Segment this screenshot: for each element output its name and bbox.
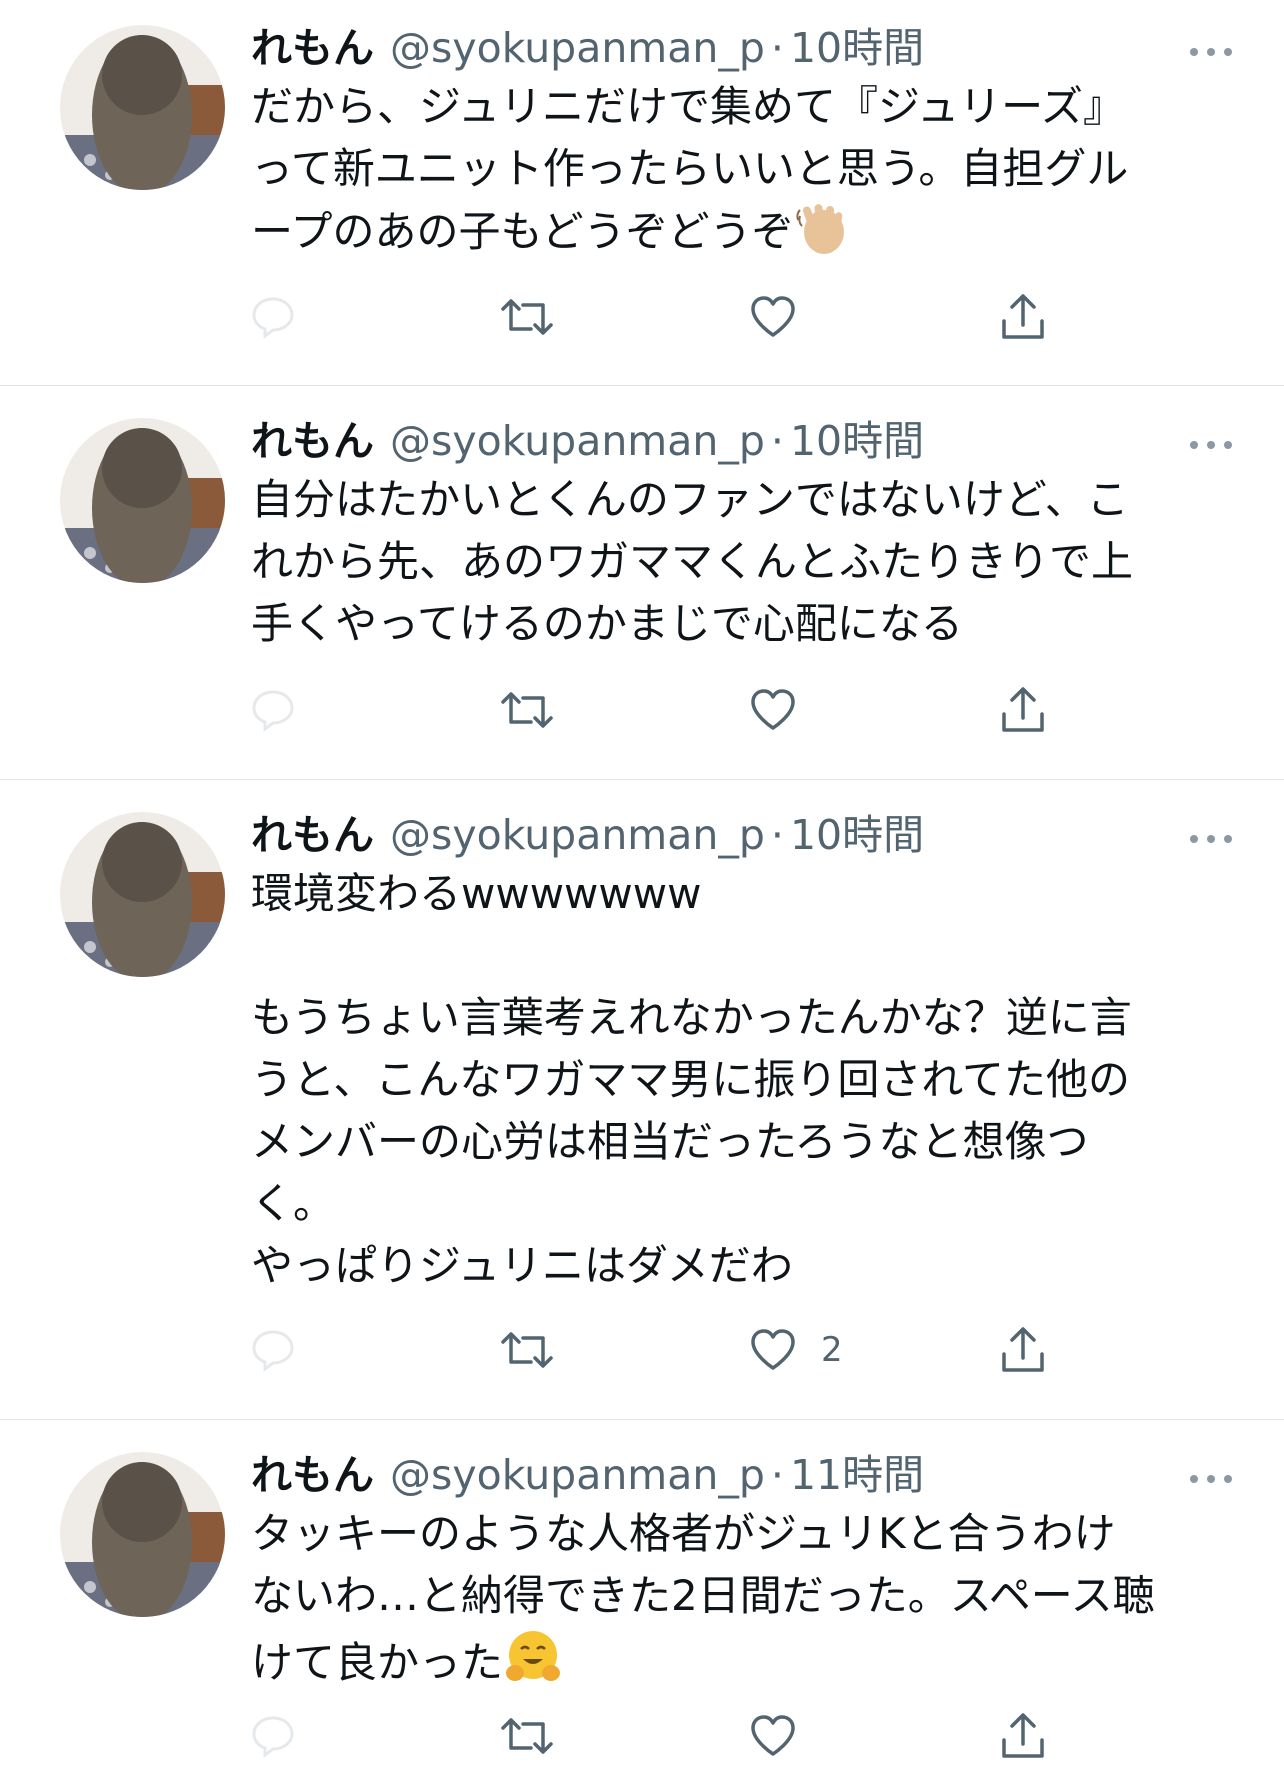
tweet-actions [251, 682, 1044, 738]
reply-icon [252, 297, 294, 339]
tweet[interactable]: れもん @syokupanman_p · 10時間 自分はたかいとくんのファンで… [0, 386, 1284, 780]
like-button[interactable]: 2 [749, 1322, 843, 1378]
share-icon [1002, 687, 1044, 732]
more-icon[interactable] [1186, 811, 1236, 851]
avatar[interactable] [60, 812, 225, 977]
text-line: 自分はたかいとくんのファンではないけど、こ [251, 475, 1129, 524]
tweet-header: れもん @syokupanman_p · 10時間 [251, 20, 1236, 76]
share-icon [1002, 1713, 1044, 1758]
reply-icon [252, 1330, 294, 1372]
share-button[interactable] [999, 1708, 1047, 1764]
text-line: ープのあの子もどうぞどうぞ [251, 207, 794, 256]
separator: · [770, 1451, 784, 1499]
tweet-header: れもん @syokupanman_p · 10時間 [251, 413, 1236, 469]
tweet-header: れもん @syokupanman_p · 10時間 [251, 807, 1236, 863]
tweet-text: だから、ジュリニだけで集めて『ジュリーズ』 って新ユニット作ったらいいと思う。自担… [251, 76, 1236, 273]
text-line: だから、ジュリニだけで集めて『ジュリーズ』 [251, 82, 1126, 131]
like-button[interactable] [749, 289, 821, 345]
waving-hand-emoji [794, 200, 850, 273]
tweet-header: れもん @syokupanman_p · 11時間 [251, 1447, 1236, 1503]
tweet-text: 環境変わるwwwwwww もうちょい言葉考えれなかったんかな？逆に言 うと、こんなワ… [251, 863, 1236, 1297]
avatar[interactable] [60, 25, 225, 190]
text-line: やっぱりジュリニはダメだわ [251, 1241, 793, 1290]
separator: · [770, 811, 784, 859]
text-line: く。 [251, 1179, 336, 1228]
tweet[interactable]: れもん @syokupanman_p · 11時間 タッキーのような人格者がジュ… [0, 1420, 1284, 1788]
share-button[interactable] [999, 289, 1047, 345]
share-button[interactable] [999, 1322, 1047, 1378]
share-icon [1002, 1327, 1044, 1372]
tweet-text: タッキーのような人格者がジュリKと合うわけ ないわ…と納得できた2日間だった。スペ… [251, 1503, 1236, 1704]
retweet-icon [501, 692, 553, 728]
avatar[interactable] [60, 1452, 225, 1617]
display-name[interactable]: れもん [251, 413, 374, 469]
text-line [251, 925, 1236, 987]
reply-button[interactable] [251, 682, 295, 738]
text-line: 手くやってけるのかまじで心配になる [251, 599, 963, 648]
text-line: ないわ…と納得できた2日間だった。スペース聴 [251, 1571, 1155, 1620]
retweet-button[interactable] [499, 289, 555, 345]
display-name[interactable]: れもん [251, 807, 374, 863]
tweet-text: 自分はたかいとくんのファンではないけど、こ れから先、あのワガママくんとふたりきり… [251, 469, 1236, 655]
timestamp[interactable]: 10時間 [790, 807, 924, 863]
text-line-with-emoji: ープのあの子もどうぞどうぞ [251, 200, 1236, 273]
display-name[interactable]: れもん [251, 1447, 374, 1503]
user-handle[interactable]: @syokupanman_p [390, 413, 765, 469]
retweet-icon [501, 1332, 553, 1368]
reply-icon [252, 690, 294, 732]
like-icon [751, 1715, 795, 1756]
tweet-actions: 2 [251, 1322, 1044, 1378]
text-line: って新ユニット作ったらいいと思う。自担グル [251, 144, 1129, 193]
like-icon [751, 689, 795, 730]
share-icon [1002, 294, 1044, 339]
like-icon [751, 1329, 795, 1370]
text-line: もうちょい言葉考えれなかったんかな？逆に言 [251, 993, 1132, 1042]
tweet[interactable]: れもん @syokupanman_p · 10時間 環境変わるwwwwwww もう… [0, 780, 1284, 1420]
more-icon[interactable] [1186, 1451, 1236, 1491]
share-button[interactable] [999, 682, 1047, 738]
more-icon[interactable] [1186, 417, 1236, 457]
reply-button[interactable] [251, 289, 295, 345]
separator: · [770, 24, 784, 72]
retweet-button[interactable] [499, 1708, 555, 1764]
retweet-button[interactable] [499, 682, 555, 738]
user-handle[interactable]: @syokupanman_p [390, 1447, 765, 1503]
retweet-button[interactable] [499, 1322, 555, 1378]
user-handle[interactable]: @syokupanman_p [390, 20, 765, 76]
timestamp[interactable]: 10時間 [790, 20, 924, 76]
text-line: うと、こんなワガママ男に振り回されてた他の [251, 1055, 1131, 1104]
tweet-actions [251, 1708, 1044, 1764]
text-line: けて良かった [251, 1638, 504, 1687]
tweet-actions [251, 289, 1044, 345]
text-line: タッキーのような人格者がジュリKと合うわけ [251, 1509, 1116, 1558]
retweet-icon [501, 299, 553, 335]
text-line: 環境変わるwwwwwww [251, 869, 702, 918]
like-button[interactable] [749, 1708, 821, 1764]
reply-button[interactable] [251, 1322, 295, 1378]
avatar[interactable] [60, 418, 225, 583]
more-icon[interactable] [1186, 24, 1236, 64]
like-button[interactable] [749, 682, 821, 738]
tweet[interactable]: れもん @syokupanman_p · 10時間 だから、ジュリニだけで集めて… [0, 0, 1284, 386]
reply-icon [252, 1716, 294, 1758]
reply-button[interactable] [251, 1708, 295, 1764]
text-line-with-emoji: けて良かった [251, 1627, 1236, 1704]
timestamp[interactable]: 11時間 [790, 1447, 924, 1503]
separator: · [770, 417, 784, 465]
timestamp[interactable]: 10時間 [790, 413, 924, 469]
hugging-face-emoji [503, 1627, 563, 1704]
retweet-icon [501, 1718, 553, 1754]
like-count: 2 [821, 1330, 843, 1370]
display-name[interactable]: れもん [251, 20, 374, 76]
text-line: れから先、あのワガママくんとふたりきりで上 [251, 537, 1134, 586]
like-icon [751, 296, 795, 337]
user-handle[interactable]: @syokupanman_p [390, 807, 765, 863]
text-line: メンバーの心労は相当だったろうなと想像つ [251, 1117, 1089, 1166]
